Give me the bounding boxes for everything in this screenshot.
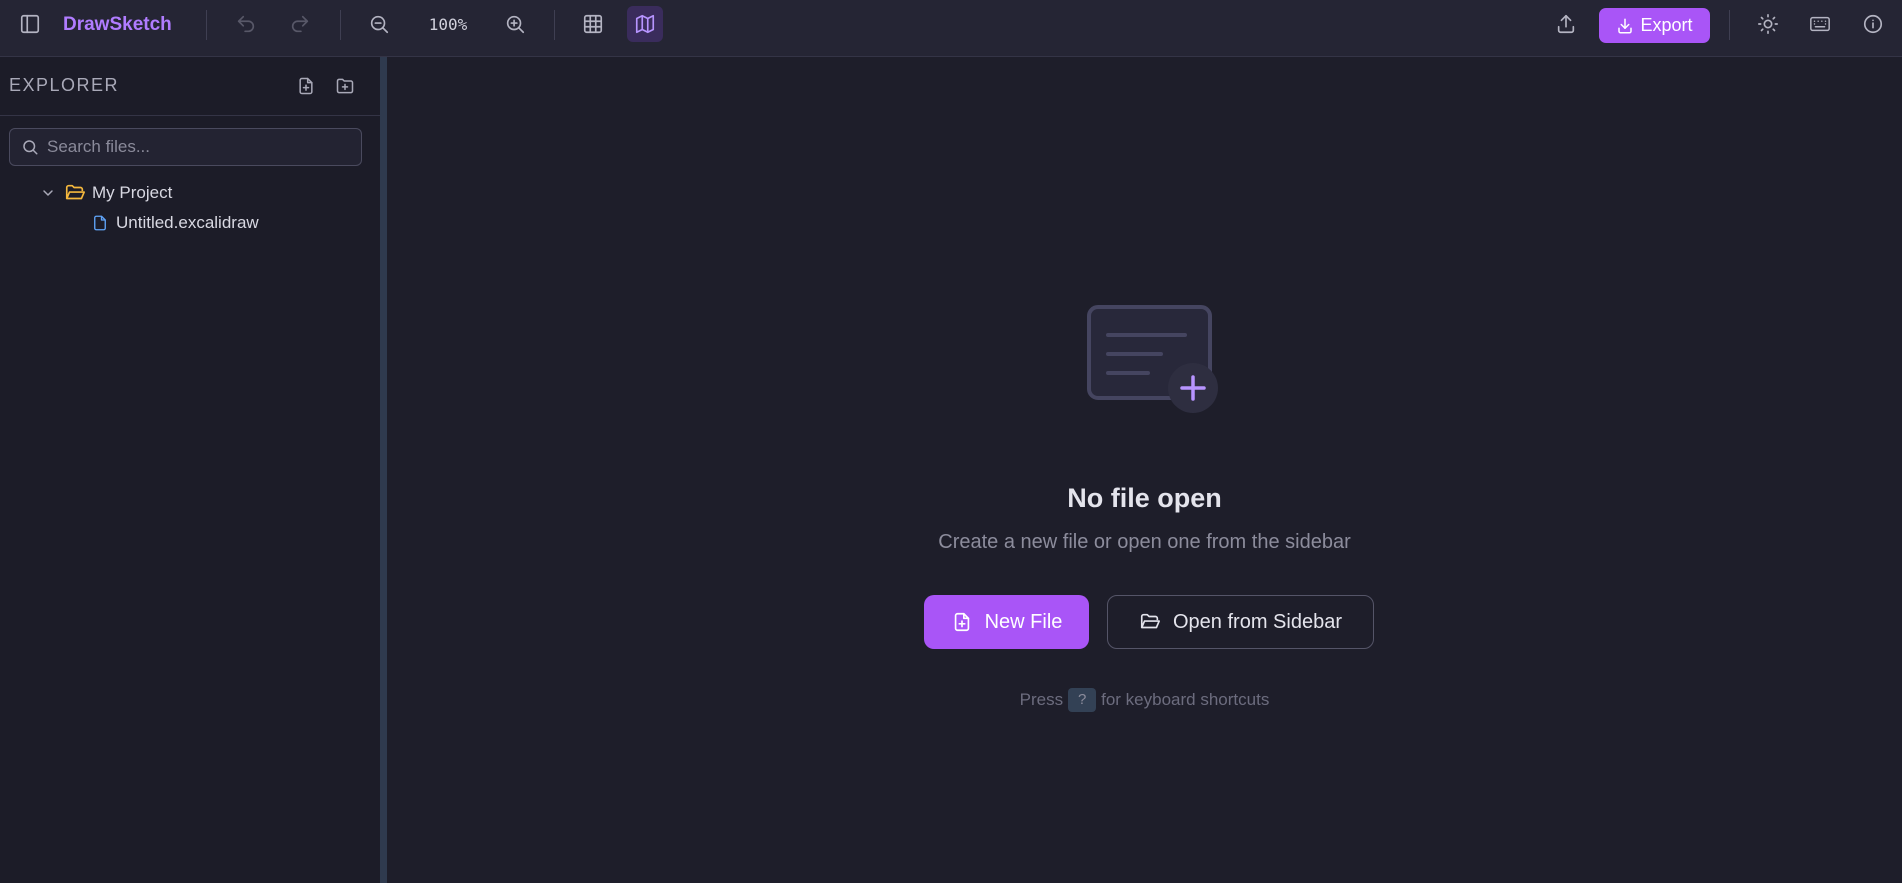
empty-document-icon — [1086, 304, 1220, 424]
info-icon — [1862, 13, 1884, 35]
grid-icon — [582, 13, 604, 35]
new-file-label: New File — [984, 610, 1063, 633]
zoom-out-icon — [368, 13, 390, 35]
sidebar-toggle-button[interactable] — [12, 6, 48, 42]
file-explorer-sidebar: EXPLORER My Project Untitled.exca — [0, 57, 380, 883]
search-input[interactable] — [47, 137, 357, 157]
sun-icon — [1757, 13, 1779, 35]
file-plus-icon — [951, 611, 973, 633]
tree-folder-my-project[interactable]: My Project — [40, 179, 172, 207]
zoom-out-button[interactable] — [361, 6, 397, 42]
about-button[interactable] — [1855, 6, 1891, 42]
toolbar-divider — [206, 10, 207, 40]
tree-item-label: Untitled.excalidraw — [116, 213, 259, 232]
folder-plus-icon — [335, 76, 355, 96]
open-label: Open from Sidebar — [1173, 610, 1342, 633]
search-icon — [21, 138, 39, 156]
download-icon — [1616, 17, 1634, 35]
toolbar-divider — [1729, 10, 1730, 40]
empty-state-subtitle: Create a new file or open one from the s… — [938, 531, 1351, 553]
folder-open-icon — [64, 182, 86, 204]
file-search-box[interactable] — [9, 128, 362, 166]
sidebar-resize-handle[interactable] — [380, 57, 387, 883]
map-icon — [634, 13, 656, 35]
toolbar-divider — [340, 10, 341, 40]
keyboard-icon — [1809, 13, 1831, 35]
app-brand: DrawSketch — [63, 13, 172, 35]
theme-toggle-button[interactable] — [1750, 6, 1786, 42]
redo-icon — [289, 13, 311, 35]
sidebar-toggle-icon — [19, 13, 41, 35]
zoom-in-icon — [504, 13, 526, 35]
file-plus-icon — [296, 76, 316, 96]
explorer-title: EXPLORER — [9, 75, 120, 95]
upload-icon — [1555, 13, 1577, 35]
minimap-toggle-button[interactable] — [627, 6, 663, 42]
top-toolbar: DrawSketch 100% Export — [0, 0, 1902, 57]
hint-prefix: Press — [1019, 690, 1064, 709]
empty-state-title: No file open — [1067, 483, 1222, 513]
share-button[interactable] — [1548, 6, 1584, 42]
folder-open-icon — [1139, 611, 1161, 633]
explorer-header: EXPLORER — [0, 57, 380, 116]
zoom-in-button[interactable] — [497, 6, 533, 42]
undo-button[interactable] — [228, 6, 264, 42]
file-icon — [91, 214, 109, 232]
chevron-down-icon — [40, 185, 56, 201]
zoom-level[interactable]: 100% — [420, 0, 476, 49]
new-file-sidebar-button[interactable] — [292, 72, 320, 100]
keyboard-shortcuts-button[interactable] — [1802, 6, 1838, 42]
shortcut-key-badge: ? — [1068, 688, 1097, 712]
new-file-button[interactable]: New File — [924, 595, 1089, 649]
new-folder-sidebar-button[interactable] — [331, 72, 359, 100]
toolbar-divider — [554, 10, 555, 40]
tree-file-untitled[interactable]: Untitled.excalidraw — [91, 209, 259, 237]
canvas-area: No file open Create a new file or open o… — [387, 57, 1902, 883]
export-label: Export — [1640, 15, 1693, 35]
grid-toggle-button[interactable] — [575, 6, 611, 42]
hint-suffix: for keyboard shortcuts — [1101, 690, 1270, 709]
tree-item-label: My Project — [92, 183, 173, 202]
undo-icon — [235, 13, 257, 35]
open-from-sidebar-button[interactable]: Open from Sidebar — [1107, 595, 1374, 649]
shortcut-hint: Press ? for keyboard shortcuts — [387, 688, 1902, 712]
export-button[interactable]: Export — [1599, 8, 1710, 43]
redo-button[interactable] — [282, 6, 318, 42]
